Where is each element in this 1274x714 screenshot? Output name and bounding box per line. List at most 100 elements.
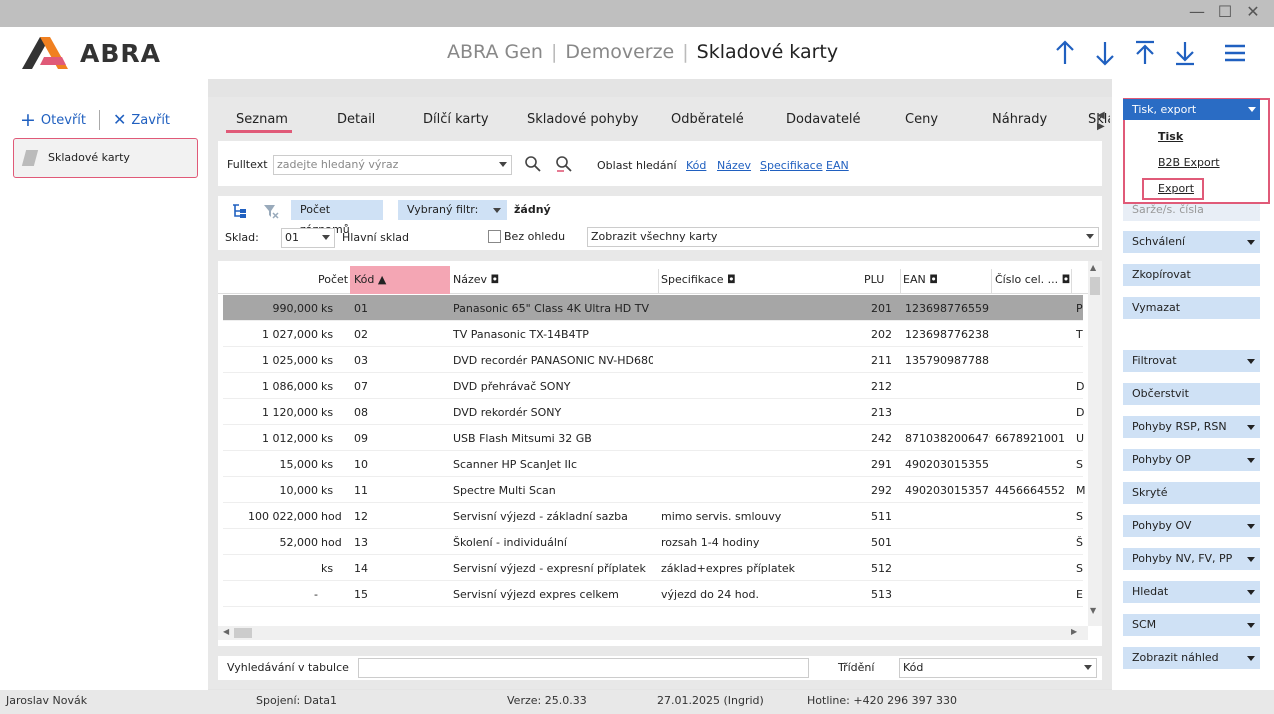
sort-select[interactable]: Kód [899,658,1097,678]
status-date: 27.01.2025 (Ingrid) [657,694,764,707]
action-button-0[interactable]: Schválení [1123,231,1260,253]
tab-dodavatele[interactable]: Dodavatelé [786,112,861,127]
table-row[interactable]: 15,000 ks 10 Scanner HP ScanJet IIc 291 49020… [223,451,1083,477]
chevron-down-icon [1247,656,1255,661]
horizontal-scrollbar[interactable]: ◀ ▶ [218,626,1088,640]
show-cards-select[interactable]: Zobrazit všechny karty [587,227,1099,247]
cell-spec: mimo servis. smlouvy [661,510,782,523]
action-button-label: Občerstvit [1132,387,1189,400]
arrow-first-icon[interactable] [1132,38,1158,68]
open-button[interactable]: Otevřít [41,113,86,128]
crumb-db[interactable]: Demoverze [565,41,674,63]
close-window-button[interactable]: ✕ [1243,2,1263,22]
cell-plu: 291 [871,458,892,471]
clear-filter-icon[interactable] [263,203,279,219]
action-button-7[interactable]: Skryté [1123,482,1260,504]
selected-filter-button[interactable]: Vybraný filtr: [398,200,507,220]
search-icon[interactable] [524,155,542,173]
arrow-down-icon[interactable] [1092,38,1118,68]
area-ean-link[interactable]: EAN [826,159,849,172]
table-row[interactable]: 1 120,000 ks 08 DVD rekordér SONY 213 D [223,399,1084,425]
table-search-label: Vyhledávání v tabulce [227,661,349,674]
cell-x: S [1076,458,1083,471]
action-button-10[interactable]: Hledat [1123,581,1260,603]
cell-plu: 201 [871,302,892,315]
vertical-scrollbar[interactable]: ▲ ▼ [1088,261,1102,626]
action-button-label: Pohyby RSP, RSN [1132,420,1227,433]
store-select[interactable]: 01 [281,228,335,248]
chevron-down-icon [1247,240,1255,245]
tab-skladove-pohyby[interactable]: Skladové pohyby [527,112,638,127]
col-nazev[interactable]: Název ◘ [453,273,499,286]
tab-nahrady[interactable]: Náhrady [992,112,1047,127]
close-button[interactable]: Zavřít [131,113,170,128]
menu-item-tisk[interactable]: Tisk [1158,130,1183,143]
col-pocet[interactable]: Počet [318,273,348,286]
action-button-label: Schválení [1132,235,1186,248]
table-row[interactable]: 52,000 hod 13 Školení - individuální rozsah … [223,529,1083,555]
print-export-dropdown[interactable]: Tisk, export [1123,99,1260,120]
tab-ceny[interactable]: Ceny [905,112,938,127]
action-button-5[interactable]: Pohyby RSP, RSN [1123,416,1260,438]
table-row[interactable]: - 15 Servisní výjezd expres celkem výjezd d… [223,581,1083,607]
table-search-input[interactable] [358,658,809,678]
arrow-last-icon[interactable] [1172,38,1198,68]
area-kod-link[interactable]: Kód [686,159,706,172]
agenda-icon [21,150,39,166]
record-count-button[interactable]: Počet záznamů [291,200,383,236]
table-row[interactable]: 1 027,000 ks 02 TV Panasonic TX-14B4TP 202 12… [223,321,1083,347]
table-row[interactable]: 100 022,000 hod 12 Servisní výjezd - základ… [223,503,1083,529]
store-value: 01 [285,231,299,244]
table-row[interactable]: 10,000 ks 11 Spectre Multi Scan 292 490203015… [223,477,1086,503]
col-specifikace[interactable]: Specifikace ◘ [661,273,736,286]
action-button-label: Pohyby OP [1132,453,1191,466]
menu-item-export[interactable]: Export [1158,182,1194,195]
col-cislo-cel[interactable]: Číslo cel. ... ◘ [995,273,1070,286]
hamburger-menu-icon[interactable] [1222,38,1248,68]
tab-seznam[interactable]: Seznam [236,112,288,127]
advanced-search-icon[interactable] [555,155,573,173]
col-ean[interactable]: EAN ◘ [903,273,938,286]
cell-ean: 135790987788 [905,354,989,367]
tab-detail[interactable]: Detail [337,112,375,127]
table-row[interactable]: 1 012,000 ks 09 USB Flash Mitsumi 32 GB 242 8… [223,425,1084,451]
ignore-checkbox[interactable] [488,230,501,243]
action-button-4[interactable]: Občerstvit [1123,383,1260,405]
action-button-12[interactable]: Zobrazit náhled [1123,647,1260,669]
tab-scroll-icons[interactable]: ◀ ▶ [1097,110,1105,132]
col-plu[interactable]: PLU [864,273,884,286]
action-button-11[interactable]: SCM [1123,614,1260,636]
arrow-up-icon[interactable] [1052,38,1078,68]
table-row[interactable]: ks 14 Servisní výjezd - expresní příplatek… [223,555,1083,581]
area-nazev-link[interactable]: Název [717,159,751,172]
table-row[interactable]: 1 025,000 ks 03 DVD recordér PANASONIC NV-H… [223,347,1083,373]
tab-dilci-karty[interactable]: Dílčí karty [423,112,489,127]
action-button-label: Vymazat [1132,301,1181,314]
action-button-2[interactable]: Vymazat [1123,297,1260,319]
cell-x: S [1076,510,1083,523]
store-name: Hlavní sklad [342,231,409,244]
tree-view-icon[interactable] [231,203,248,219]
area-specifikace-link[interactable]: Specifikace [760,159,823,172]
minimize-button[interactable]: — [1187,2,1207,22]
open-agenda-tab[interactable]: Skladové karty [13,138,198,178]
left-toolbar: + Otevřít ✕ Zavřít [20,110,170,130]
tab-odberatele[interactable]: Odběratelé [671,112,744,127]
fulltext-input[interactable]: zadejte hledaný výraz [273,155,512,175]
table-row[interactable]: 1 086,000 ks 07 DVD přehrávač SONY 212 D [223,373,1084,399]
crumb-app[interactable]: ABRA Gen [447,41,543,63]
action-button-3[interactable]: Filtrovat [1123,350,1260,372]
table-row[interactable]: 990,000 ks 01 Panasonic 65" Class 4K Ultra … [223,295,1083,321]
action-button-label: Pohyby NV, FV, PP [1132,552,1233,565]
menu-item-b2b-export[interactable]: B2B Export [1158,156,1220,169]
action-button-8[interactable]: Pohyby OV [1123,515,1260,537]
maximize-button[interactable]: ☐ [1215,2,1235,22]
action-button-6[interactable]: Pohyby OP [1123,449,1260,471]
action-button-9[interactable]: Pohyby NV, FV, PP [1123,548,1260,570]
fulltext-dropdown-icon[interactable] [499,162,507,167]
cell-unit: ks [321,432,334,445]
col-kod[interactable]: Kód ▲ [354,273,386,286]
action-button-1[interactable]: Zkopírovat [1123,264,1260,286]
action-button-label: Pohyby OV [1132,519,1192,532]
filter-value: žádný [514,203,551,216]
